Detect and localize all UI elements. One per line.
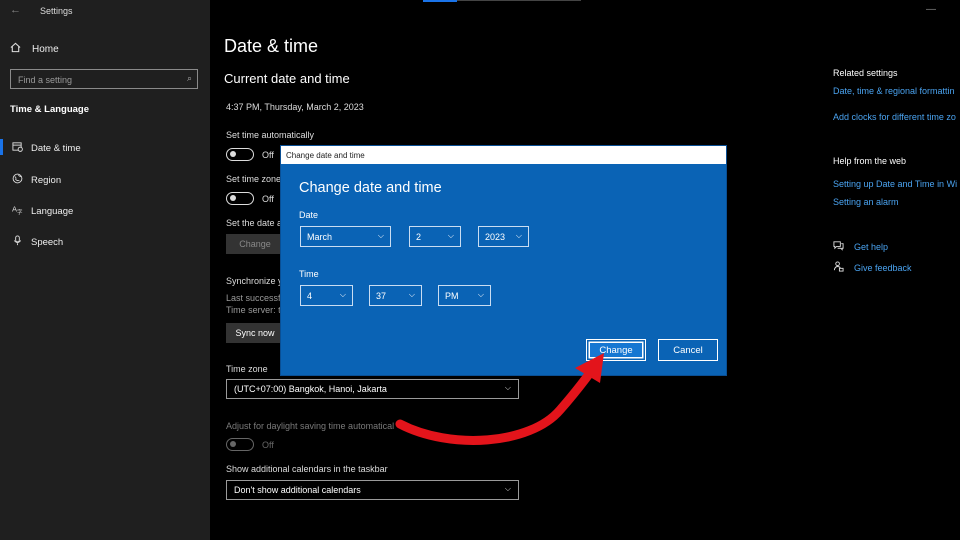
set-date-manual-label: Set the date a (226, 218, 283, 228)
help-link-alarm[interactable]: Setting an alarm (833, 197, 899, 207)
sidebar-item-region[interactable]: Region (10, 173, 61, 187)
date-label: Date (299, 210, 319, 220)
day-value: 2 (416, 231, 422, 242)
timezone-select[interactable]: (UTC+07:00) Bangkok, Hanoi, Jakarta ⌵ (226, 379, 519, 399)
timezone-label: Time zone (226, 364, 268, 374)
day-select[interactable]: 2 ⌵ (409, 226, 461, 247)
get-help-label: Get help (854, 242, 889, 252)
chevron-down-icon: ⌵ (408, 290, 415, 299)
app-title: Settings (40, 6, 73, 16)
back-arrow-icon[interactable]: ← (10, 4, 21, 16)
chevron-down-icon: ⌵ (339, 290, 346, 299)
minute-value: 37 (376, 290, 387, 301)
related-link-clocks[interactable]: Add clocks for different time zo (833, 112, 956, 122)
sidebar-item-label: Date & time (31, 142, 81, 154)
set-timezone-auto-toggle[interactable] (226, 192, 254, 205)
current-datetime-value: 4:37 PM, Thursday, March 2, 2023 (226, 102, 364, 112)
top-accent-line (423, 0, 457, 2)
calendar-clock-icon (10, 141, 24, 155)
title-bar: ← Settings (0, 0, 210, 22)
chevron-down-icon: ⌵ (504, 484, 511, 493)
give-feedback-label: Give feedback (854, 263, 912, 273)
help-title: Help from the web (833, 156, 907, 166)
svg-text:字: 字 (17, 208, 23, 215)
chevron-down-icon: ⌵ (515, 231, 522, 240)
set-time-auto-toggle[interactable] (226, 148, 254, 161)
sidebar: ← Settings Home ⌕ Time & Language Date &… (0, 0, 210, 540)
last-sync-text: Last successfu (226, 293, 286, 303)
sidebar-item-label: Region (31, 174, 62, 186)
sidebar-item-language[interactable]: A字 Language (10, 204, 74, 218)
language-icon: A字 (10, 204, 24, 218)
globe-icon (10, 173, 24, 187)
active-indicator (0, 139, 3, 155)
minute-select[interactable]: 37 ⌵ (369, 285, 422, 306)
calendars-label: Show additional calendars in the taskbar (226, 464, 388, 474)
help-link-setup[interactable]: Setting up Date and Time in Wi (833, 179, 957, 189)
change-date-button[interactable]: Change (226, 234, 284, 254)
page-title: Date & time (224, 36, 319, 56)
hour-select[interactable]: 4 ⌵ (300, 285, 353, 306)
feedback-icon (833, 261, 847, 275)
sidebar-item-label: Language (31, 205, 74, 217)
time-server-text: Time server: t (226, 305, 281, 315)
calendars-select[interactable]: Don't show additional calendars ⌵ (226, 480, 519, 500)
chevron-down-icon: ⌵ (504, 383, 511, 392)
set-time-auto-state: Off (262, 150, 274, 160)
chat-help-icon (833, 240, 847, 254)
get-help-link[interactable]: Get help (833, 240, 888, 254)
current-date-time-heading: Current date and time (224, 71, 350, 86)
microphone-icon (10, 235, 24, 249)
dialog-heading: Change date and time (299, 180, 442, 196)
chevron-down-icon: ⌵ (477, 290, 484, 299)
top-divider (457, 0, 581, 1)
timezone-value: (UTC+07:00) Bangkok, Hanoi, Jakarta (234, 384, 387, 394)
dst-state: Off (262, 440, 274, 450)
hour-value: 4 (307, 290, 313, 301)
sync-clock-label: Synchronize y (226, 276, 283, 286)
search-setting-field[interactable]: ⌕ (10, 69, 198, 89)
nav-home-label: Home (32, 43, 59, 55)
set-timezone-auto-state: Off (262, 194, 274, 204)
dialog-titlebar: Change date and time (281, 146, 726, 164)
chevron-down-icon: ⌵ (447, 231, 454, 240)
year-select[interactable]: 2023 ⌵ (478, 226, 529, 247)
time-label: Time (299, 269, 319, 279)
set-time-auto-label: Set time automatically (226, 130, 315, 140)
minimize-icon[interactable]: — (926, 4, 936, 15)
calendars-value: Don't show additional calendars (234, 485, 361, 495)
chevron-down-icon: ⌵ (377, 231, 384, 240)
year-value: 2023 (485, 231, 506, 242)
change-date-time-dialog: Change date and time Change date and tim… (280, 145, 727, 376)
search-icon[interactable]: ⌕ (187, 73, 192, 84)
set-timezone-auto-label: Set time zone (226, 174, 282, 184)
search-input[interactable] (11, 71, 197, 89)
ampm-select[interactable]: PM ⌵ (438, 285, 491, 306)
related-settings-title: Related settings (833, 68, 898, 78)
sidebar-item-speech[interactable]: Speech (10, 235, 63, 249)
sidebar-item-label: Speech (31, 236, 64, 248)
month-select[interactable]: March ⌵ (300, 226, 391, 247)
sidebar-item-date-time[interactable]: Date & time (10, 141, 81, 155)
home-icon (10, 42, 24, 56)
give-feedback-link[interactable]: Give feedback (833, 261, 912, 275)
section-title: Time & Language (10, 104, 90, 115)
dst-label: Adjust for daylight saving time automati… (226, 421, 395, 431)
month-value: March (307, 231, 333, 242)
nav-home[interactable]: Home (10, 42, 59, 56)
dst-toggle (226, 438, 254, 451)
related-link-formatting[interactable]: Date, time & regional formattin (833, 86, 955, 96)
cancel-button[interactable]: Cancel (658, 339, 718, 361)
sync-now-button[interactable]: Sync now (226, 323, 284, 343)
ampm-value: PM (445, 290, 459, 301)
change-button[interactable]: Change (586, 339, 646, 361)
